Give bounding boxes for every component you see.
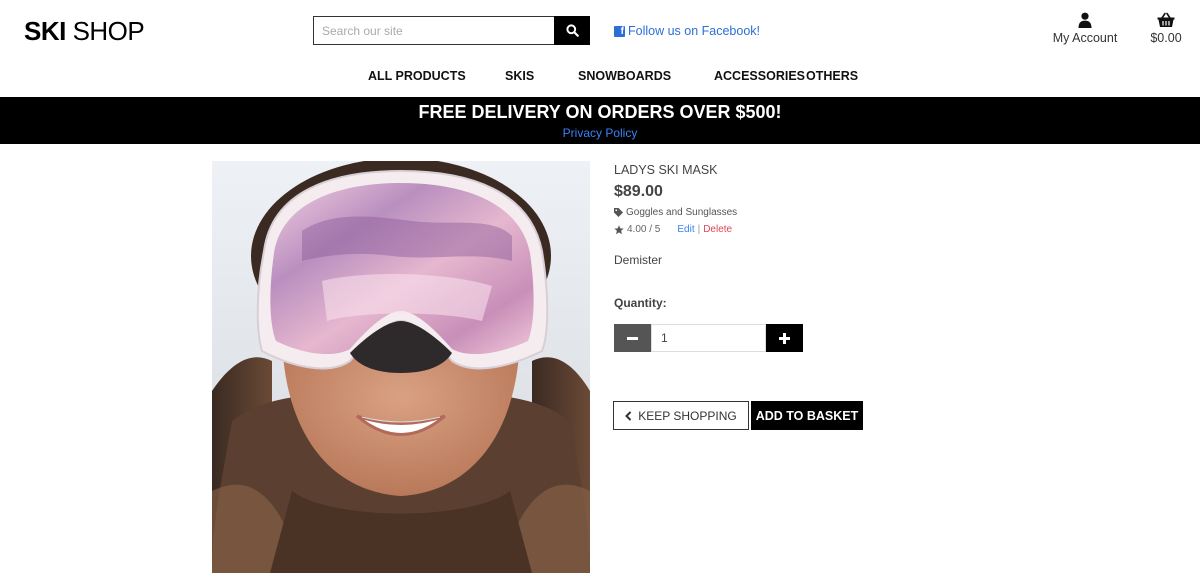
nav-all-products[interactable]: ALL PRODUCTS: [368, 69, 466, 83]
logo-shop: SHOP: [65, 16, 145, 46]
product-price: $89.00: [614, 183, 663, 200]
increment-button[interactable]: [766, 324, 803, 352]
search-input[interactable]: [313, 16, 554, 45]
delete-product-link[interactable]: Delete: [703, 224, 732, 235]
add-to-basket-button[interactable]: ADD TO BASKET: [751, 401, 863, 430]
plus-icon: [779, 332, 790, 344]
user-icon: [1078, 12, 1092, 28]
nav-skis[interactable]: SKIS: [505, 69, 534, 83]
my-account-label: My Account: [1052, 31, 1118, 45]
delivery-banner: FREE DELIVERY ON ORDERS OVER $500! Priva…: [0, 97, 1200, 144]
nav-snowboards[interactable]: SNOWBOARDS: [578, 69, 671, 83]
basket-link[interactable]: $0.00: [1145, 12, 1187, 45]
product-details: LADYS SKI MASK $89.00 Goggles and Sungla…: [614, 163, 737, 310]
facebook-icon: f: [614, 25, 625, 37]
edit-product-link[interactable]: Edit: [677, 224, 694, 235]
keep-shopping-button[interactable]: KEEP SHOPPING: [613, 401, 749, 430]
product-rating: 4.00 / 5: [627, 224, 661, 235]
ski-goggles-photo: [212, 161, 590, 573]
tag-icon: [614, 208, 623, 217]
delivery-banner-text: FREE DELIVERY ON ORDERS OVER $500!: [418, 102, 782, 122]
logo-ski: SKI: [24, 16, 66, 46]
product-description: Demister: [614, 253, 663, 267]
my-account-link[interactable]: My Account: [1050, 12, 1120, 45]
search-form: [313, 16, 590, 45]
product-category-link[interactable]: Goggles and Sunglasses: [614, 207, 737, 218]
star-icon: [614, 224, 624, 234]
quantity-label: Quantity:: [614, 296, 667, 310]
privacy-policy-link[interactable]: Privacy Policy: [563, 126, 638, 140]
facebook-label: Follow us on Facebook!: [628, 24, 761, 38]
quantity-input[interactable]: [651, 324, 766, 352]
chevron-left-icon: [625, 410, 632, 421]
keep-shopping-label: KEEP SHOPPING: [638, 408, 737, 423]
product-name: LADYS SKI MASK: [614, 163, 718, 177]
product-image: [212, 161, 590, 573]
link-separator: |: [697, 224, 701, 235]
basket-icon: [1157, 12, 1175, 27]
decrement-button[interactable]: [614, 324, 651, 352]
basket-total: $0.00: [1150, 31, 1182, 45]
site-logo[interactable]: SKI SHOP: [24, 16, 145, 47]
minus-icon: [627, 336, 638, 340]
product-rating-row: 4.00 / 5 Edit | Delete: [614, 224, 732, 235]
product-category: Goggles and Sunglasses: [626, 207, 738, 218]
nav-others[interactable]: OTHERS: [806, 69, 858, 83]
facebook-link[interactable]: f Follow us on Facebook!: [614, 24, 760, 38]
nav-accessories[interactable]: ACCESSORIES: [714, 69, 805, 83]
search-icon: [565, 24, 579, 37]
quantity-stepper: [614, 324, 803, 352]
search-button[interactable]: [554, 16, 590, 45]
